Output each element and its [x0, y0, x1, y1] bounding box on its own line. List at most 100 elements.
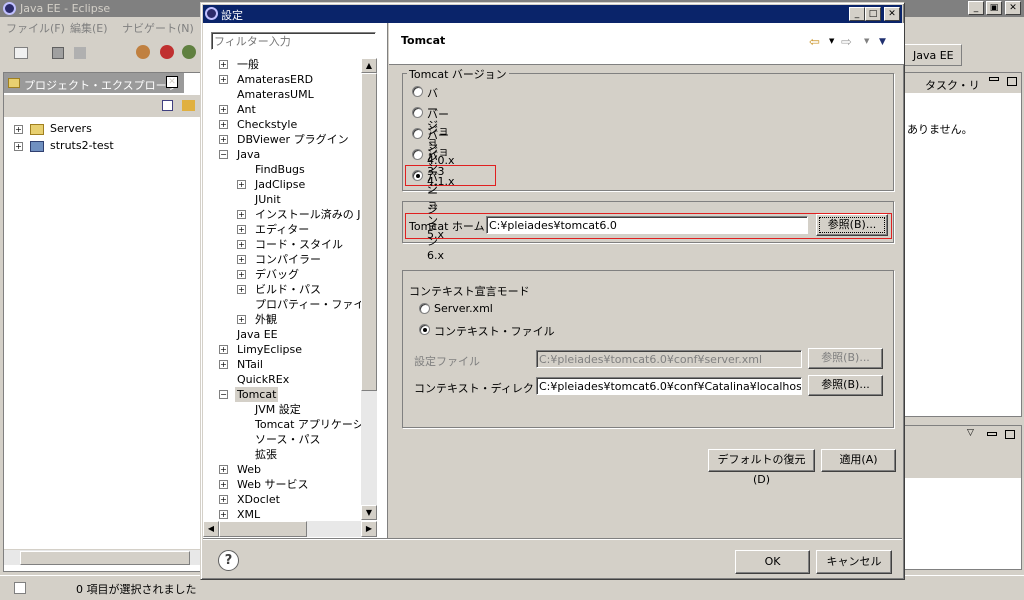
tree-item[interactable]: + Checkstyle — [203, 117, 363, 132]
tree-item[interactable]: QuickREx — [203, 372, 363, 387]
expand-icon[interactable]: + — [219, 510, 228, 519]
version-radio[interactable] — [412, 107, 423, 118]
cancel-button[interactable]: キャンセル — [816, 550, 892, 574]
maximize-button[interactable]: ▣ — [986, 1, 1002, 15]
tree-item[interactable]: + XDoclet — [203, 492, 363, 507]
expand-icon[interactable]: + — [237, 240, 246, 249]
expand-icon[interactable]: + — [237, 225, 246, 234]
filter-input[interactable] — [211, 32, 376, 50]
version-radio[interactable] — [412, 128, 423, 139]
horizontal-scrollbar[interactable] — [4, 549, 200, 565]
tree-item[interactable]: − Tomcat — [203, 387, 363, 402]
tree-item[interactable]: ソース・パス — [203, 432, 363, 447]
run-icon[interactable] — [182, 45, 196, 59]
menu-navigate[interactable]: ナビゲート(N) — [122, 20, 194, 36]
view-menu-icon[interactable]: ▼ — [879, 37, 886, 47]
tomcat-home-input[interactable] — [486, 216, 808, 234]
browse-home-button[interactable]: 参照(B)... — [816, 214, 888, 236]
tree-item[interactable]: + XML — [203, 507, 363, 521]
context-file-radio[interactable] — [419, 324, 430, 335]
back-dropdown-icon[interactable]: ▼ — [829, 37, 834, 45]
tree-vertical-scrollbar[interactable]: ▲ ▼ — [361, 58, 377, 520]
debug-icon[interactable] — [136, 45, 150, 59]
dialog-close-button[interactable]: ✕ — [884, 7, 900, 21]
tree-item[interactable]: + ビルド・パス — [203, 282, 363, 297]
tree-item[interactable]: + AmaterasERD — [203, 72, 363, 87]
expand-icon[interactable]: + — [219, 495, 228, 504]
tree-item[interactable]: + デバッグ — [203, 267, 363, 282]
tree-item[interactable]: − Java — [203, 147, 363, 162]
expand-icon[interactable]: + — [219, 105, 228, 114]
tree-item[interactable]: 拡張 — [203, 447, 363, 462]
tree-item[interactable]: JVM 設定 — [203, 402, 363, 417]
restore-defaults-button[interactable]: デフォルトの復元(D) — [708, 449, 815, 486]
expand-icon[interactable]: + — [219, 465, 228, 474]
help-icon[interactable]: ? — [218, 550, 239, 571]
tree-item[interactable]: + LimyEclipse — [203, 342, 363, 357]
tree-item[interactable]: + コード・スタイル — [203, 237, 363, 252]
collapse-icon[interactable]: − — [219, 390, 228, 399]
tree-item[interactable]: + コンパイラー — [203, 252, 363, 267]
expand-icon[interactable]: + — [237, 270, 246, 279]
expand-icon[interactable]: + — [219, 480, 228, 489]
expand-icon[interactable]: + — [219, 135, 228, 144]
version-radio[interactable] — [412, 170, 423, 181]
version-radio[interactable] — [412, 149, 423, 160]
maximize-view-icon[interactable] — [1007, 77, 1017, 86]
perspective-java-ee[interactable]: Java EE — [900, 44, 962, 66]
back-arrow-icon[interactable]: ⇦ — [809, 35, 820, 50]
forward-dropdown-icon[interactable]: ▼ — [864, 37, 869, 45]
collapse-icon[interactable]: − — [219, 150, 228, 159]
server-xml-radio[interactable] — [419, 303, 430, 314]
expand-icon[interactable]: + — [237, 180, 246, 189]
tree-item[interactable]: FindBugs — [203, 162, 363, 177]
close-button[interactable]: ✕ — [1005, 1, 1021, 15]
link-icon[interactable] — [182, 100, 195, 111]
expand-icon[interactable]: + — [219, 60, 228, 69]
print-icon[interactable] — [74, 47, 86, 59]
new-icon[interactable] — [14, 47, 28, 59]
tree-item[interactable]: + エディター — [203, 222, 363, 237]
dialog-minimize-button[interactable]: _ — [849, 7, 865, 21]
tree-item[interactable]: + Web サービス — [203, 477, 363, 492]
forward-arrow-icon[interactable]: ⇨ — [841, 35, 852, 50]
tree-item[interactable]: + Ant — [203, 102, 363, 117]
tree-item[interactable]: プロパティー・ファイル・エ — [203, 297, 363, 312]
save-icon[interactable] — [52, 47, 64, 59]
ok-button[interactable]: OK — [735, 550, 810, 574]
minimize-view-icon[interactable] — [987, 432, 997, 436]
context-dir-input[interactable] — [536, 377, 802, 395]
version-radio[interactable] — [412, 86, 423, 97]
browse-context-dir-button[interactable]: 参照(B)... — [808, 375, 883, 396]
task-tab[interactable]: タスク・リ — [905, 73, 1021, 93]
expand-icon[interactable]: + — [237, 315, 246, 324]
apply-button[interactable]: 適用(A) — [821, 449, 896, 472]
minimize-view-icon[interactable] — [989, 77, 999, 81]
tree-item[interactable]: + インストール済みの JR — [203, 207, 363, 222]
tree-item[interactable]: Tomcat アプリケーション — [203, 417, 363, 432]
dialog-maximize-button[interactable]: □ — [865, 7, 881, 21]
expand-icon[interactable]: + — [219, 345, 228, 354]
expand-icon[interactable]: + — [219, 75, 228, 84]
maximize-view-icon[interactable] — [1005, 430, 1015, 439]
stop-icon[interactable] — [160, 45, 174, 59]
expand-icon[interactable]: + — [237, 285, 246, 294]
menu-file[interactable]: ファイル(F) — [6, 20, 65, 36]
tree-item[interactable]: Java EE — [203, 327, 363, 342]
expand-icon[interactable]: + — [219, 360, 228, 369]
menu-edit[interactable]: 編集(E) — [70, 20, 108, 36]
tree-item[interactable]: + Web — [203, 462, 363, 477]
expand-icon[interactable]: + — [237, 210, 246, 219]
tree-item[interactable]: JUnit — [203, 192, 363, 207]
collapse-all-icon[interactable] — [162, 100, 173, 111]
tree-item[interactable]: AmaterasUML — [203, 87, 363, 102]
tree-item[interactable]: + JadClipse — [203, 177, 363, 192]
tree-item[interactable]: + 外観 — [203, 312, 363, 327]
tree-item[interactable]: + 一般 — [203, 57, 363, 72]
tree-item[interactable]: + DBViewer プラグイン — [203, 132, 363, 147]
close-tab-icon[interactable]: ✕ — [166, 76, 178, 88]
explorer-tab[interactable]: プロジェクト・エクスプローラー ✕ — [4, 73, 184, 108]
tree-horizontal-scrollbar[interactable]: ◀ ▶ — [203, 521, 377, 537]
expand-icon[interactable]: + — [219, 120, 228, 129]
expand-icon[interactable]: + — [237, 255, 246, 264]
